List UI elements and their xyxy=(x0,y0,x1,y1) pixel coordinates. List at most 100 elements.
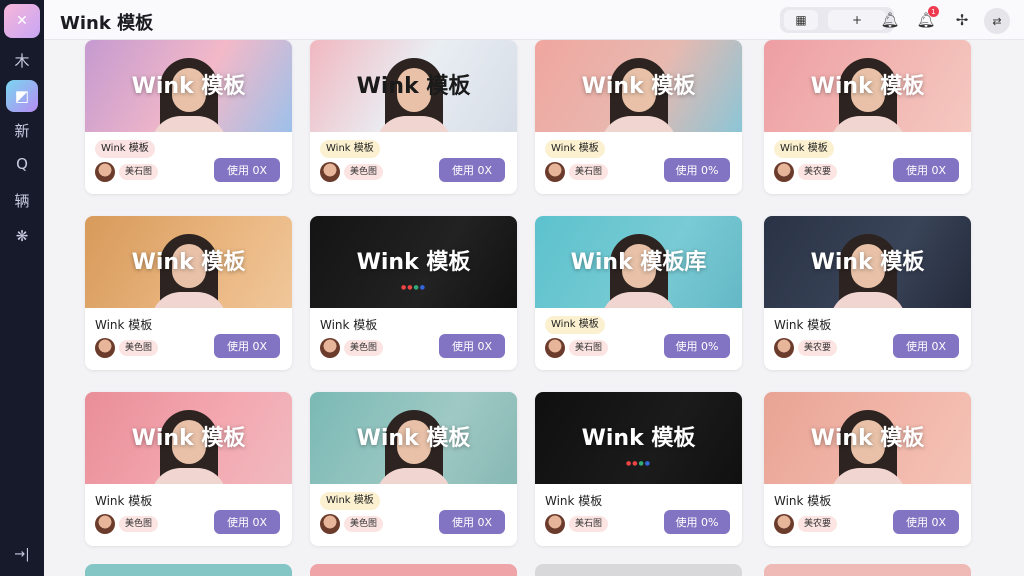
settings-toggle-icon[interactable]: ⇄ xyxy=(984,8,1010,34)
template-preview-image[interactable]: Wink 模板 xyxy=(310,40,517,132)
use-template-button[interactable]: 使用 0X xyxy=(214,158,280,182)
app-logo-icon[interactable]: ✕ xyxy=(4,4,40,38)
author-info: 美石图 xyxy=(545,338,609,358)
author-name: 美色图 xyxy=(119,340,159,356)
use-template-button[interactable]: 使用 0X xyxy=(893,510,959,534)
author-name: 美色图 xyxy=(344,516,384,532)
template-overlay-title: Wink 模板 xyxy=(356,250,471,275)
template-preview-image[interactable]: ●●●● Wink 模板 xyxy=(535,392,742,484)
template-overlay-title: Wink 模板 xyxy=(131,250,246,275)
template-preview-image[interactable]: Wink 模板 xyxy=(764,216,971,308)
avatar xyxy=(545,162,565,182)
template-card[interactable]: Wink 模板库 Wink 模板美石图 使用 0% xyxy=(535,216,742,370)
template-tag: Wink 模板 xyxy=(545,494,603,508)
template-card[interactable]: ●●●● Wink 模板 Wink 模板美色图 使用 0X xyxy=(310,216,517,370)
vehicle-icon[interactable]: 辆 xyxy=(6,184,38,216)
author-info: 美色图 xyxy=(95,514,159,534)
avatar xyxy=(545,514,565,534)
template-icon[interactable]: ◩ xyxy=(6,80,38,112)
template-tag: Wink 模板 xyxy=(545,316,605,334)
template-preview-image[interactable]: Wink 模板 xyxy=(535,40,742,132)
author-info: 美色图 xyxy=(320,338,384,358)
bell-icon[interactable]: 🔔︎ xyxy=(878,8,902,32)
template-preview-image[interactable]: Wink 模板 xyxy=(764,40,971,132)
template-card[interactable]: Wink 模板 Wink 模板 美农要 使用 0X xyxy=(764,40,971,194)
author-info: 美农要 xyxy=(774,514,838,534)
template-overlay-title: Wink 模板库 xyxy=(570,250,707,275)
avatar xyxy=(320,514,340,534)
page-title: Wink 模板 xyxy=(60,13,154,34)
sparkle-icon[interactable]: ✢ xyxy=(950,8,974,32)
avatar xyxy=(545,338,565,358)
template-tag: Wink 模板 xyxy=(774,140,834,158)
author-info: 美农要 xyxy=(774,162,838,182)
template-card[interactable]: Wink 模板 Wink 模板 美色图 使用 0X xyxy=(310,40,517,194)
use-template-button[interactable]: 使用 0X xyxy=(893,334,959,358)
avatar xyxy=(320,338,340,358)
use-template-button[interactable]: 使用 0X xyxy=(439,158,505,182)
notification-badge: 1 xyxy=(928,6,939,17)
settings-icon[interactable]: ❋ xyxy=(6,220,38,252)
notification-icon[interactable]: 🔔︎ 1 xyxy=(914,6,939,32)
template-preview-image[interactable]: Wink 模板 xyxy=(85,40,292,132)
template-card-partial[interactable] xyxy=(535,564,742,576)
template-preview-image[interactable]: Wink 模板 xyxy=(764,392,971,484)
author-name: 美石图 xyxy=(569,340,609,356)
template-card-partial[interactable] xyxy=(764,564,971,576)
new-icon[interactable]: 新 xyxy=(6,114,38,146)
color-dots-icon: ●●●● xyxy=(401,284,426,291)
use-template-button[interactable]: 使用 0X xyxy=(214,510,280,534)
avatar xyxy=(95,162,115,182)
avatar xyxy=(774,162,794,182)
color-dots-icon: ●●●● xyxy=(626,460,651,467)
template-preview-image[interactable]: Wink 模板 xyxy=(85,392,292,484)
template-card[interactable]: Wink 模板 Wink 模板 美色图 使用 0X xyxy=(85,392,292,546)
author-info: 美石图 xyxy=(545,162,609,182)
author-name: 美色图 xyxy=(119,516,159,532)
template-tag: Wink 模板 xyxy=(774,494,832,508)
avatar xyxy=(774,514,794,534)
use-template-button[interactable]: 使用 0X xyxy=(439,334,505,358)
template-overlay-title: Wink 模板 xyxy=(810,250,925,275)
template-tag: Wink 模板 xyxy=(95,318,153,332)
template-overlay-title: Wink 模板 xyxy=(131,74,246,99)
avatar xyxy=(774,338,794,358)
use-template-button[interactable]: 使用 0% xyxy=(664,158,730,182)
template-overlay-title: Wink 模板 xyxy=(356,74,471,99)
author-info: 美色图 xyxy=(95,338,159,358)
template-tag: Wink 模板 xyxy=(320,492,380,510)
use-template-button[interactable]: 使用 0% xyxy=(664,334,730,358)
collapse-icon[interactable]: →| xyxy=(6,540,38,568)
template-card[interactable]: Wink 模板 Wink 模板 美农要 使用 0X xyxy=(764,216,971,370)
template-card[interactable]: ●●●● Wink 模板 Wink 模板美石图 使用 0% xyxy=(535,392,742,546)
template-tag: Wink 模板 xyxy=(95,140,155,158)
template-card[interactable]: Wink 模板 Wink 模板美农要 使用 0X xyxy=(764,392,971,546)
template-preview-image[interactable]: ●●●● Wink 模板 xyxy=(310,216,517,308)
template-card[interactable]: Wink 模板 Wink 模板美色图 使用 0X xyxy=(85,216,292,370)
template-card[interactable]: Wink 模板 Wink 模板 美石图 使用 0X xyxy=(85,40,292,194)
template-preview-image[interactable]: Wink 模板 xyxy=(310,392,517,484)
author-name: 美石图 xyxy=(569,516,609,532)
template-preview-image[interactable]: Wink 模板 xyxy=(85,216,292,308)
grid-view-button[interactable]: ▦ xyxy=(784,10,818,30)
template-card-partial[interactable] xyxy=(310,564,517,576)
template-preview-image[interactable]: Wink 模板库 xyxy=(535,216,742,308)
avatar xyxy=(95,338,115,358)
sidebar: ✕ 木 ◩ 新 Q 辆 ❋ →| xyxy=(0,0,44,576)
author-info: 美农要 xyxy=(774,338,838,358)
template-tag: Wink 模板 xyxy=(320,140,380,158)
home-icon[interactable]: 木 xyxy=(6,44,38,76)
header-action-group: ▦ + xyxy=(780,7,894,33)
template-card[interactable]: Wink 模板 Wink 模板 美石图 使用 0% xyxy=(535,40,742,194)
avatar xyxy=(95,514,115,534)
use-template-button[interactable]: 使用 0X xyxy=(893,158,959,182)
author-name: 美农要 xyxy=(798,516,838,532)
use-template-button[interactable]: 使用 0X xyxy=(439,510,505,534)
use-template-button[interactable]: 使用 0% xyxy=(664,510,730,534)
template-overlay-title: Wink 模板 xyxy=(581,426,696,451)
avatar xyxy=(320,162,340,182)
template-card[interactable]: Wink 模板 Wink 模板美色图 使用 0X xyxy=(310,392,517,546)
search-icon[interactable]: Q xyxy=(6,148,38,180)
use-template-button[interactable]: 使用 0X xyxy=(214,334,280,358)
template-card-partial[interactable] xyxy=(85,564,292,576)
